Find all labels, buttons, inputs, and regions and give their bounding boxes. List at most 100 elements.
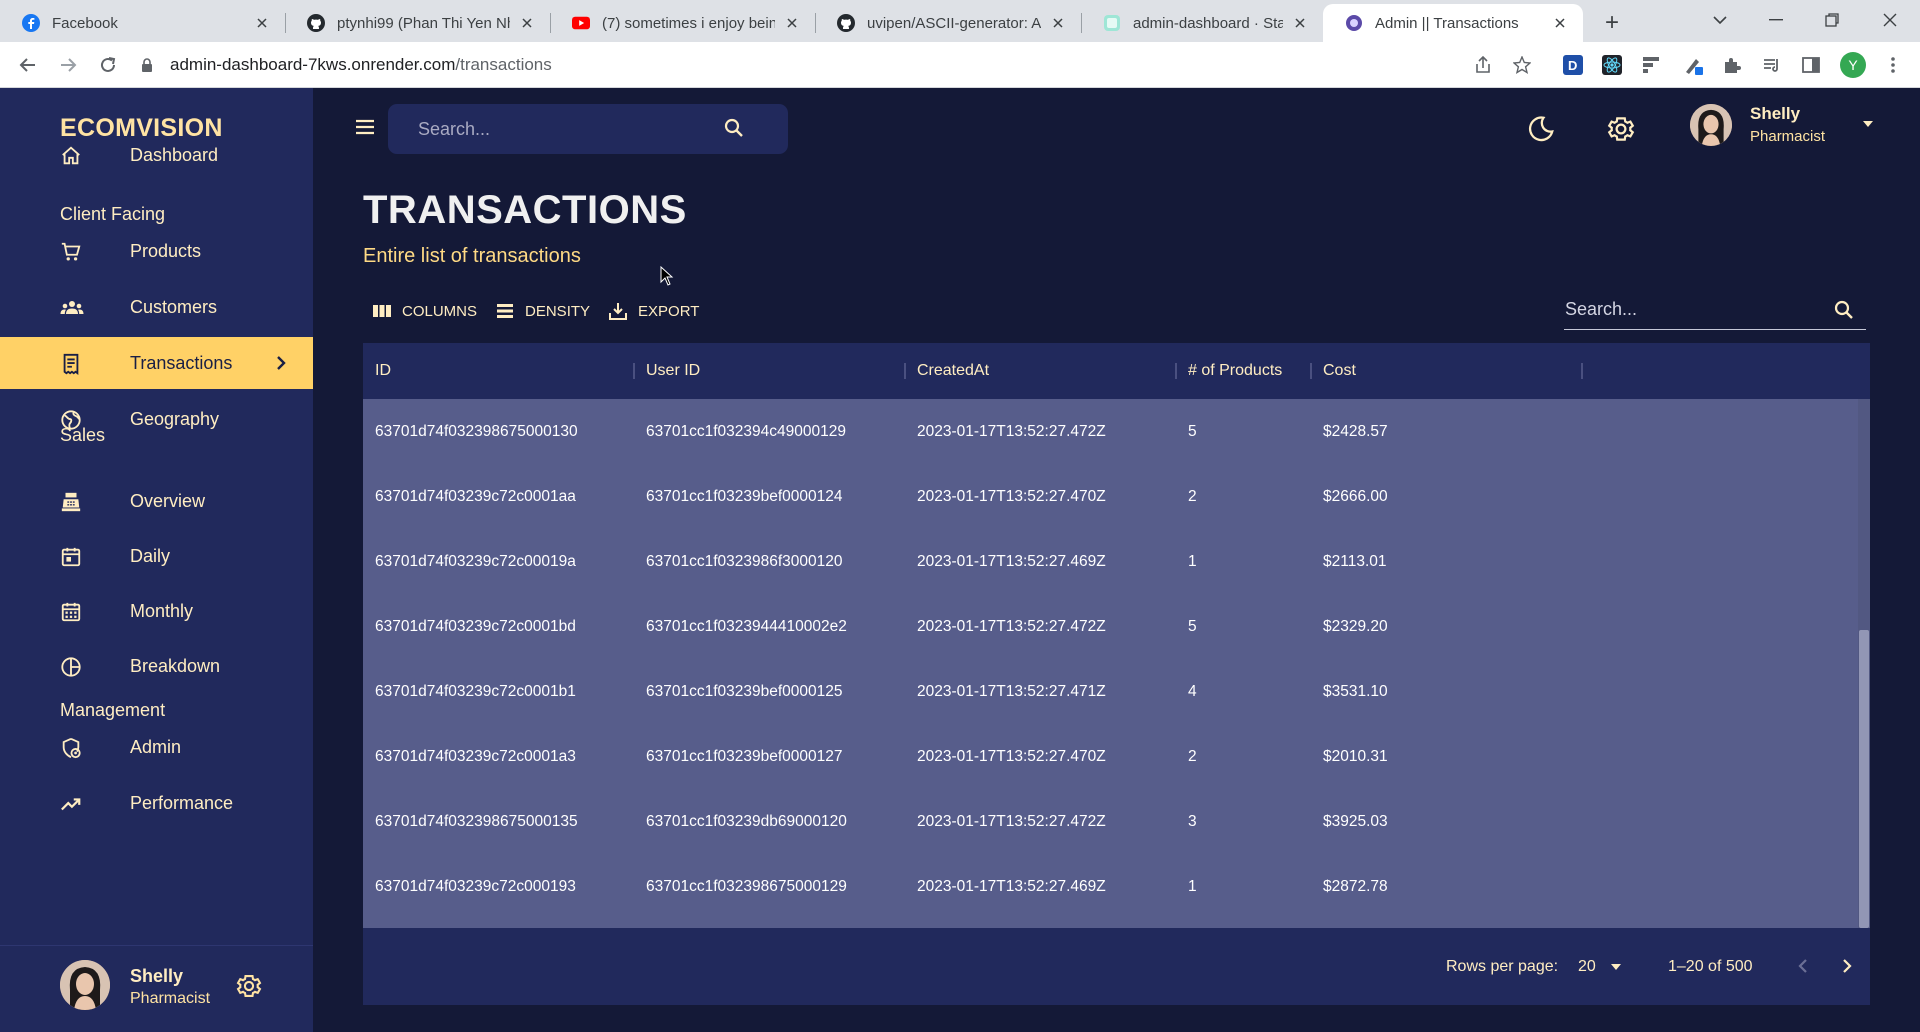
grid-header: ID User ID CreatedAt # of Products Cost xyxy=(363,343,1870,399)
shopping-cart-icon xyxy=(60,241,84,263)
sidebar-item-geography[interactable]: Geography xyxy=(0,393,313,445)
column-header[interactable]: CreatedAt xyxy=(905,343,989,399)
next-page-icon[interactable] xyxy=(1835,954,1859,978)
browser-tab-bar: Facebook ptynhi99 (Phan Thi Yen Nhi) (7) s… xyxy=(0,0,1920,42)
table-row[interactable]: 63701d74f03239c72c000193 63701cc1f0323986… xyxy=(363,854,1858,919)
sidebar-item-performance[interactable]: Performance xyxy=(0,777,313,829)
browser-menu-icon[interactable] xyxy=(1882,54,1904,76)
github-icon xyxy=(307,14,325,32)
share-icon[interactable] xyxy=(1472,54,1494,76)
caret-down-icon xyxy=(1860,116,1876,132)
columns-button[interactable]: COLUMNS xyxy=(372,301,477,321)
tab-close-icon[interactable] xyxy=(1551,14,1569,32)
browser-tab[interactable]: uvipen/ASCII-generator: AS xyxy=(815,4,1081,42)
sidebar-item-dashboard[interactable]: Dashboard xyxy=(0,129,313,181)
tab-close-icon[interactable] xyxy=(1291,14,1309,32)
tab-search-icon[interactable] xyxy=(1700,6,1740,34)
extensions-puzzle-icon[interactable] xyxy=(1721,54,1743,76)
bookmark-star-icon[interactable] xyxy=(1511,54,1533,76)
column-resize-handle[interactable] xyxy=(1581,363,1583,379)
search-icon[interactable] xyxy=(722,116,746,140)
browser-tab[interactable]: Admin || Transactions xyxy=(1323,4,1583,42)
forward-icon[interactable] xyxy=(54,51,82,79)
sidebar-item-overview[interactable]: Overview xyxy=(0,475,313,527)
column-resize-handle[interactable] xyxy=(904,363,906,379)
user-menu-button[interactable]: Shelly Pharmacist xyxy=(1690,104,1880,154)
sidebar-item-label: Geography xyxy=(130,408,220,429)
menu-toggle-icon[interactable] xyxy=(354,116,376,138)
extension-flag-icon[interactable] xyxy=(1640,54,1662,76)
grid-search-input[interactable] xyxy=(1565,296,1815,322)
side-panel-icon[interactable] xyxy=(1800,54,1822,76)
top-search-box xyxy=(388,104,788,154)
export-button[interactable]: EXPORT xyxy=(608,301,699,321)
nav-section-sales: Sales xyxy=(60,425,106,445)
search-icon[interactable] xyxy=(1832,298,1856,322)
tab-close-icon[interactable] xyxy=(518,14,536,32)
sidebar-item-daily[interactable]: Daily xyxy=(0,530,313,582)
table-cell: 63701d74f03239c72c0001a3 xyxy=(375,747,576,765)
sidebar-item-monthly[interactable]: Monthly xyxy=(0,585,313,637)
sidebar-item-breakdown[interactable]: Breakdown xyxy=(0,640,313,692)
today-icon xyxy=(60,546,84,568)
sidebar-item-admin[interactable]: Admin xyxy=(0,721,313,773)
sidebar-item-products[interactable]: Products xyxy=(0,225,313,277)
table-cell: 2023-01-17T13:52:27.471Z xyxy=(917,682,1106,700)
browser-tab[interactable]: Facebook xyxy=(0,4,285,42)
back-icon[interactable] xyxy=(14,51,42,79)
table-row[interactable]: 63701d74f03239c72c00019a 63701cc1f0323986… xyxy=(363,529,1858,594)
profile-avatar[interactable]: Y xyxy=(1840,52,1866,78)
rows-per-page-select[interactable]: 20 xyxy=(1578,956,1622,978)
table-cell: 63701d74f032398675000130 xyxy=(375,422,578,440)
column-header[interactable]: ID xyxy=(363,343,391,399)
rows-per-page-label: Rows per page: xyxy=(1446,958,1559,975)
lock-icon xyxy=(142,58,152,72)
table-row[interactable]: 63701d74f03239c72c0001a3 63701cc1f03239be… xyxy=(363,724,1858,789)
table-row[interactable]: 63701d74f03239c72c0001bd 63701cc1f0323944… xyxy=(363,594,1858,659)
table-cell: 2023-01-17T13:52:27.470Z xyxy=(917,747,1106,765)
reload-icon[interactable] xyxy=(94,51,122,79)
dark-mode-icon[interactable] xyxy=(1526,114,1556,144)
table-cell: 4 xyxy=(1188,682,1197,700)
new-tab-button[interactable]: + xyxy=(1598,9,1626,37)
column-resize-handle[interactable] xyxy=(1175,363,1177,379)
table-row[interactable]: 63701d74f032398675000130 63701cc1f032394c… xyxy=(363,399,1858,464)
settings-gear-icon[interactable] xyxy=(235,972,263,1000)
grid-scrollbar-thumb[interactable] xyxy=(1859,630,1869,928)
column-header[interactable]: Cost xyxy=(1311,343,1356,399)
media-queue-icon[interactable] xyxy=(1761,54,1783,76)
pie-chart-icon xyxy=(60,656,84,678)
table-cell: $2329.20 xyxy=(1323,617,1388,635)
table-row[interactable]: 63701d74f03239c72c0001b1 63701cc1f03239be… xyxy=(363,659,1858,724)
top-search-input[interactable] xyxy=(418,117,718,141)
tab-close-icon[interactable] xyxy=(783,14,801,32)
restore-icon[interactable] xyxy=(1812,6,1852,34)
sidebar-item-transactions[interactable]: Transactions xyxy=(0,337,313,389)
url-field[interactable]: admin-dashboard-7kws.onrender.com/transa… xyxy=(140,49,1480,81)
tab-close-icon[interactable] xyxy=(1049,14,1067,32)
column-header[interactable]: # of Products xyxy=(1176,343,1282,399)
column-resize-handle[interactable] xyxy=(633,363,635,379)
browser-tab[interactable]: ptynhi99 (Phan Thi Yen Nhi) xyxy=(285,4,550,42)
table-row[interactable]: 63701d74f032398675000135 63701cc1f03239db… xyxy=(363,789,1858,854)
caret-down-icon xyxy=(1610,961,1622,973)
receipt-icon xyxy=(60,353,84,375)
previous-page-icon[interactable] xyxy=(1791,954,1815,978)
density-button[interactable]: DENSITY xyxy=(495,301,590,321)
column-resize-handle[interactable] xyxy=(1310,363,1312,379)
table-row[interactable]: 63701d74f03239c72c0001aa 63701cc1f03239be… xyxy=(363,464,1858,529)
minimize-icon[interactable] xyxy=(1756,6,1796,34)
tab-close-icon[interactable] xyxy=(253,14,271,32)
sidebar-item-customers[interactable]: Customers xyxy=(0,281,313,333)
react-devtools-icon[interactable] xyxy=(1601,54,1623,76)
extension-d-icon[interactable]: D xyxy=(1562,54,1584,76)
extension-pen-icon[interactable] xyxy=(1682,54,1704,76)
browser-tab[interactable]: (7) sometimes i enjoy being xyxy=(550,4,815,42)
avatar xyxy=(60,960,110,1010)
close-window-icon[interactable] xyxy=(1870,6,1910,34)
table-cell: 63701cc1f03239db69000120 xyxy=(646,812,847,830)
browser-tab[interactable]: admin-dashboard · Static S xyxy=(1081,4,1323,42)
browser-tab-title: uvipen/ASCII-generator: AS xyxy=(867,14,1041,32)
column-header[interactable]: User ID xyxy=(634,343,700,399)
settings-icon[interactable] xyxy=(1606,114,1636,144)
